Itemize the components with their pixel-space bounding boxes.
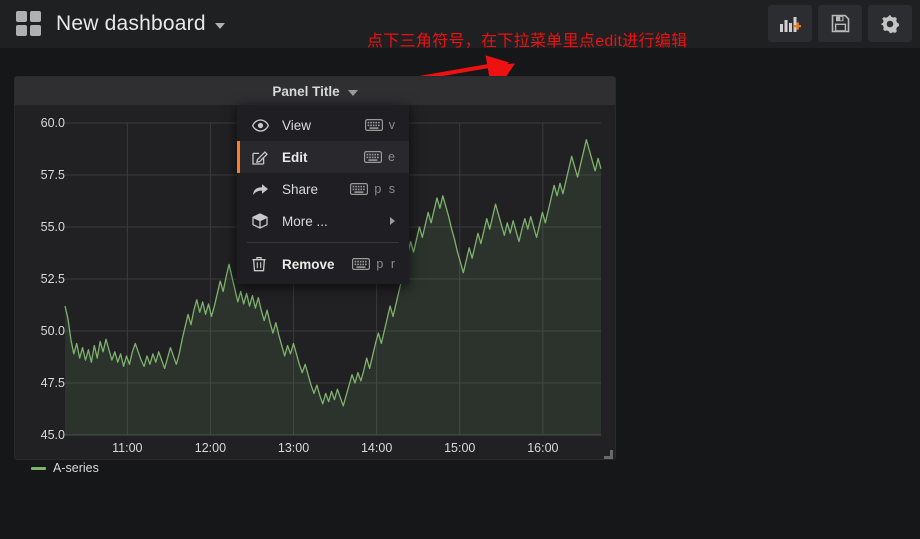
dashboard-settings-button[interactable] <box>868 5 912 42</box>
menu-item-label: Remove <box>282 256 335 272</box>
menu-item-label: More ... <box>282 213 328 229</box>
dashboard-panel: Panel Title 45.0 47.5 50.0 52.5 55.0 57.5 60.0… <box>14 76 617 475</box>
x-axis-tick-label: 14:00 <box>360 441 393 455</box>
keyboard-icon <box>352 258 371 270</box>
legend-color-swatch <box>31 466 46 470</box>
menu-item-remove[interactable]: Remove p r <box>237 248 409 280</box>
panel-resize-handle[interactable] <box>602 448 613 459</box>
panel-title: Panel Title <box>272 83 340 99</box>
x-axis-tick-label: 13:00 <box>277 441 310 455</box>
panel-title-menu-trigger[interactable]: Panel Title <box>272 83 358 99</box>
x-axis-tick-label: 15:00 <box>444 441 476 455</box>
panel-context-menu: View v Edit e Share p s More ... Remove … <box>237 105 409 284</box>
chart-legend[interactable]: A-series <box>31 461 99 475</box>
menu-item-shortcut: p s <box>350 182 397 196</box>
resize-bar-vertical <box>610 450 613 459</box>
navbar-actions <box>768 5 912 42</box>
keyboard-icon <box>364 119 383 131</box>
menu-item-view[interactable]: View v <box>237 109 409 141</box>
y-axis-tick-label: 50.0 <box>40 324 65 338</box>
add-panel-icon <box>780 16 801 32</box>
menu-item-shortcut: v <box>364 118 397 132</box>
y-axis-labels: 45.0 47.5 50.0 52.5 55.0 57.5 60.0 <box>21 105 65 442</box>
add-panel-button[interactable] <box>768 5 812 42</box>
menu-separator <box>247 242 399 243</box>
x-axis-tick-label: 16:00 <box>527 441 559 455</box>
save-dashboard-button[interactable] <box>818 5 862 42</box>
keyboard-icon <box>350 183 369 195</box>
grid-square-3 <box>16 25 27 36</box>
shortcut-keys: e <box>388 150 397 164</box>
panel-header: Panel Title <box>15 77 615 105</box>
x-axis-labels: 11:00 12:00 13:00 14:00 15:00 16:00 <box>15 437 617 459</box>
gear-icon <box>881 14 899 33</box>
chevron-right-icon <box>390 217 395 225</box>
menu-item-label: View <box>282 117 312 133</box>
grid-square-1 <box>16 11 27 22</box>
menu-item-label: Edit <box>282 149 308 165</box>
y-axis-tick-label: 52.5 <box>40 272 65 286</box>
menu-item-share[interactable]: Share p s <box>237 173 409 205</box>
y-axis-tick-label: 57.5 <box>40 168 65 182</box>
share-arrow-icon <box>252 182 274 196</box>
pencil-square-icon <box>252 149 274 165</box>
save-floppy-icon <box>831 14 849 33</box>
keyboard-icon <box>364 151 383 163</box>
cube-icon <box>252 213 274 229</box>
eye-icon <box>252 118 274 132</box>
chevron-down-icon[interactable] <box>214 23 225 29</box>
y-axis-tick-label: 60.0 <box>40 116 65 130</box>
legend-series-name[interactable]: A-series <box>53 461 99 475</box>
y-axis-tick-label: 47.5 <box>40 376 65 390</box>
x-axis-tick-label: 12:00 <box>194 441 227 455</box>
menu-item-shortcut: e <box>364 150 397 164</box>
dashboard-title[interactable]: New dashboard <box>56 12 206 36</box>
grid-square-2 <box>30 11 41 22</box>
y-axis-tick-label: 55.0 <box>40 220 65 234</box>
trash-icon <box>252 256 274 272</box>
menu-item-label: Share <box>282 181 319 197</box>
menu-item-edit[interactable]: Edit e <box>237 141 409 173</box>
shortcut-keys: p s <box>374 182 397 196</box>
annotation-text: 点下三角符号，在下拉菜单里点edit进行编辑 <box>367 33 688 50</box>
grid-square-4 <box>30 25 41 36</box>
chevron-down-icon[interactable] <box>347 89 358 96</box>
shortcut-keys: p r <box>376 257 397 271</box>
shortcut-keys: v <box>388 118 397 132</box>
menu-item-more[interactable]: More ... <box>237 205 409 237</box>
x-axis-tick-label: 11:00 <box>112 441 143 455</box>
dashboard-grid-icon[interactable] <box>16 11 42 37</box>
menu-item-shortcut: p r <box>352 257 397 271</box>
